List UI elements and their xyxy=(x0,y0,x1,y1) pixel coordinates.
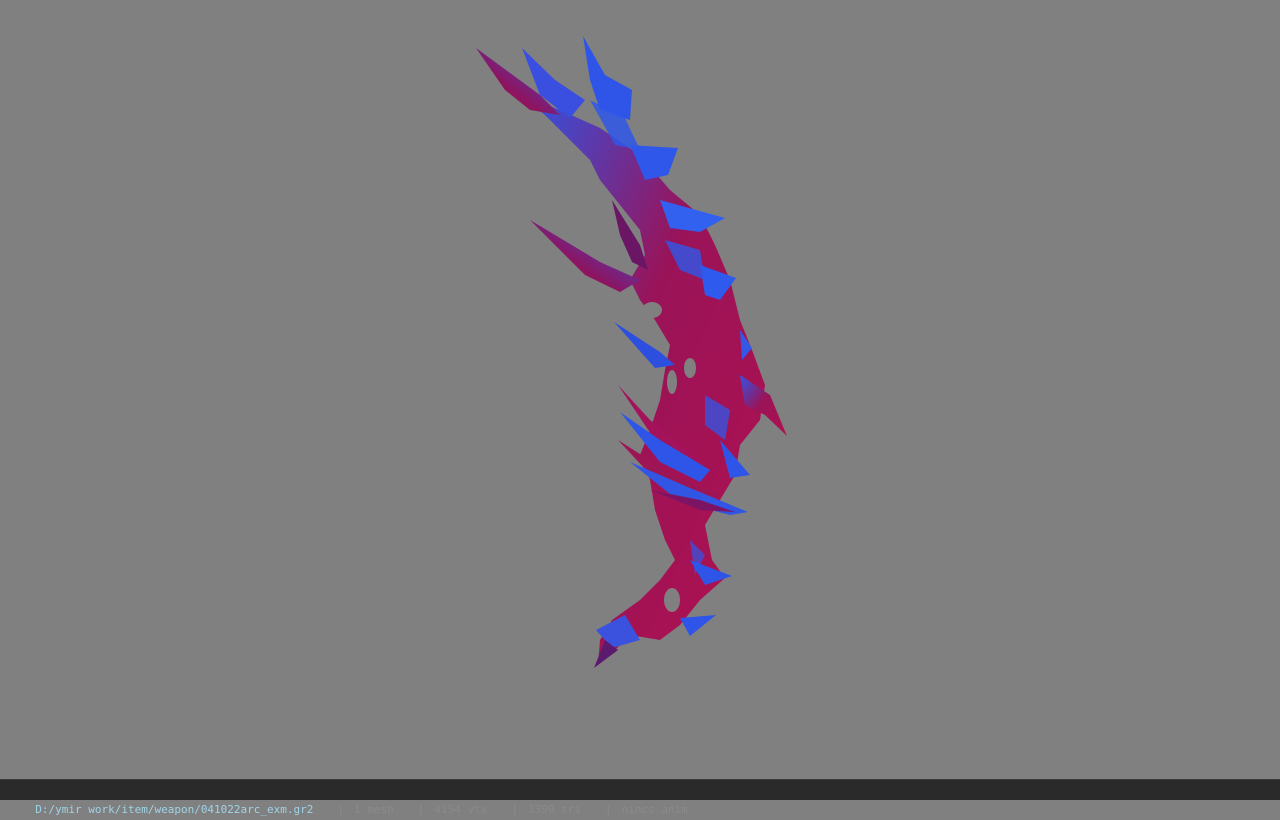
model-hole-1 xyxy=(642,302,662,318)
status-vertex-count: 4154 vtx xyxy=(434,803,488,816)
status-triangle-count: 1390 tri xyxy=(528,803,581,816)
model-hole-4 xyxy=(664,588,680,612)
status-bar: D:/ymir work/item/weapon/041022arc_exm.g… xyxy=(0,779,1280,816)
status-animation: nincs anim xyxy=(621,803,688,816)
weapon-model xyxy=(476,36,787,668)
status-mesh-count: 1 mesh xyxy=(354,803,394,816)
model-spike-mid-2 xyxy=(660,200,725,232)
3d-viewport[interactable] xyxy=(0,0,1280,779)
status-separator: | xyxy=(511,803,519,816)
status-separator: | xyxy=(337,803,345,816)
status-file-path: D:/ymir work/item/weapon/041022arc_exm.g… xyxy=(35,803,314,816)
model-hole-2 xyxy=(684,358,696,378)
model-spike-top xyxy=(583,36,632,120)
model-hole-3 xyxy=(667,370,677,394)
model-body xyxy=(520,95,765,665)
status-separator: | xyxy=(417,803,425,816)
model-spike-hook-2 xyxy=(680,615,716,636)
status-separator: | xyxy=(605,803,612,816)
